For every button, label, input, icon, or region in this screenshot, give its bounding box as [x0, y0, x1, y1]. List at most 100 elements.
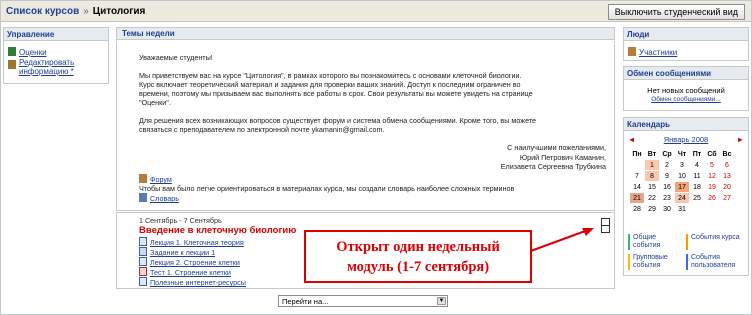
forum-link-label[interactable]: Форум — [150, 175, 172, 184]
signature-line-3: Елизавета Сергеевна Трубкина — [500, 162, 606, 171]
calendar-day[interactable]: 25 — [689, 192, 705, 204]
calendar-day[interactable]: 6 — [719, 159, 735, 171]
calendar-weekday: Вс — [719, 148, 735, 160]
chevron-down-icon[interactable]: ▼ — [437, 297, 446, 305]
calendar-table: Пн Вт Ср Чт Пт Сб Вс 1 2 3 4 5 6 7 8 9 10 11 12 13 14 15 16 17 1… — [629, 148, 735, 215]
admin-item-grades[interactable]: Оценки — [8, 47, 47, 57]
calendar-day[interactable]: 2 — [659, 159, 675, 171]
calendar-day[interactable]: 10 — [674, 170, 690, 182]
calendar-day[interactable]: 11 — [689, 170, 705, 182]
calendar-weekday: Пт — [689, 148, 705, 160]
intro-greeting: Уважаемые студенты! — [139, 53, 213, 62]
calendar-empty-cell — [719, 203, 735, 215]
forum-link[interactable]: Форум — [139, 174, 172, 184]
calendar-day[interactable]: 4 — [689, 159, 705, 171]
calendar-day[interactable]: 27 — [719, 192, 735, 204]
week-item-2[interactable]: Задание к лекции 1 — [139, 247, 215, 257]
intro-line-1: Мы приветствуем вас на курсе "Цитология"… — [139, 71, 522, 80]
calendar-day[interactable]: 31 — [674, 203, 690, 215]
messages-block-title: Обмен сообщениями — [624, 67, 748, 80]
calendar-day[interactable]: 5 — [704, 159, 720, 171]
glossary-link[interactable]: Словарь — [139, 193, 179, 203]
week-item-5[interactable]: Полезные интернет-ресурсы — [139, 277, 246, 287]
breadcrumb-separator: » — [83, 6, 89, 17]
intro-line-6: связаться с преподавателем по электронно… — [139, 125, 385, 134]
admin-item-edit-info[interactable]: Редактировать информацию * — [8, 58, 106, 76]
calendar-day[interactable]: 12 — [704, 170, 720, 182]
legend-group[interactable]: Групповые события — [633, 254, 685, 270]
calendar-day[interactable]: 3 — [674, 159, 690, 171]
signature-line-1: С наилучшими пожеланиями, — [507, 143, 606, 152]
section-intro: Уважаемые студенты! Мы приветствуем вас … — [116, 41, 615, 211]
legend-group-swatch — [628, 254, 630, 270]
calendar-day[interactable]: 19 — [704, 181, 720, 193]
calendar-day[interactable]: 13 — [719, 170, 735, 182]
messages-block: Обмен сообщениями Нет новых сообщений Об… — [623, 66, 749, 111]
document-icon — [139, 257, 147, 266]
admin-item-grades-label[interactable]: Оценки — [19, 48, 47, 57]
assignment-icon — [139, 247, 147, 256]
calendar-empty-cell — [689, 203, 705, 215]
calendar-day[interactable]: 20 — [719, 181, 735, 193]
week-item-1[interactable]: Лекция 1. Клеточная теория — [139, 237, 244, 247]
week-title: Введение в клеточную биологию — [139, 225, 297, 236]
calendar-day[interactable]: 17 — [674, 181, 690, 193]
week-dates: 1 Сентябрь - 7 Сентябрь — [139, 216, 222, 225]
calendar-day[interactable]: 30 — [659, 203, 675, 215]
messages-link[interactable]: Обмен сообщениями... — [624, 96, 748, 103]
people-block-title: Люди — [624, 28, 748, 41]
admin-item-edit-info-label[interactable]: Редактировать информацию * — [19, 58, 106, 76]
breadcrumb-course-list[interactable]: Список курсов — [6, 6, 79, 17]
navigation-bar: Список курсов » Цитология Выключить студен… — [1, 1, 751, 22]
breadcrumb: Список курсов » Цитология — [6, 6, 145, 17]
legend-general[interactable]: Общие события — [633, 234, 683, 250]
people-item-participants[interactable]: Участники — [628, 47, 677, 57]
calendar-day[interactable]: 23 — [659, 192, 675, 204]
forum-icon — [139, 174, 147, 183]
messages-empty: Нет новых сообщений — [647, 86, 725, 95]
calendar-day[interactable]: 1 — [644, 159, 660, 171]
calendar-next-icon[interactable]: ► — [737, 135, 744, 144]
calendar-day[interactable]: 14 — [629, 181, 645, 193]
calendar-day[interactable]: 22 — [644, 192, 660, 204]
calendar-empty-cell — [704, 203, 720, 215]
calendar-day[interactable]: 26 — [704, 192, 720, 204]
intro-line-4: "Оценки". — [139, 98, 171, 107]
center-title: Темы недели — [116, 27, 615, 40]
participants-icon — [628, 47, 636, 56]
legend-general-swatch — [628, 234, 630, 250]
calendar-day[interactable]: 8 — [644, 170, 660, 182]
calendar-weekday: Вт — [644, 148, 660, 160]
calendar-weekday: Сб — [704, 148, 720, 160]
calendar-day[interactable]: 28 — [629, 203, 645, 215]
calendar-day[interactable]: 29 — [644, 203, 660, 215]
calendar-month[interactable]: Январь 2008 — [628, 135, 744, 144]
legend-course[interactable]: События курса — [691, 234, 741, 242]
breadcrumb-current: Цитология — [92, 6, 146, 17]
jump-to-select-value: Перейти на... — [282, 297, 329, 306]
calendar-day[interactable]: 24 — [674, 192, 690, 204]
admin-block: Управление Оценки Редактировать информац… — [3, 27, 109, 84]
glossary-link-label[interactable]: Словарь — [150, 194, 179, 203]
calendar-day[interactable]: 15 — [644, 181, 660, 193]
document-icon — [139, 277, 147, 286]
admin-block-title: Управление — [4, 28, 108, 41]
legend-user-swatch — [686, 254, 688, 270]
legend-user[interactable]: События пользователя — [691, 254, 749, 270]
week-item-4[interactable]: Тест 1. Строение клетки — [139, 267, 231, 277]
intro-line-2: Курс включает теоретический материал и з… — [139, 80, 521, 89]
calendar-day[interactable]: 16 — [659, 181, 675, 193]
week-item-3[interactable]: Лекция 2. Строение клетки — [139, 257, 240, 267]
show-all-weeks-icon[interactable] — [601, 218, 610, 233]
edit-info-icon — [8, 60, 16, 69]
calendar-day[interactable]: 18 — [689, 181, 705, 193]
calendar-day[interactable]: 21 — [629, 192, 645, 204]
intro-line-3: времени, поэтому мы призываем вас выполн… — [139, 89, 533, 98]
calendar-block-title: Календарь — [624, 118, 748, 131]
signature-line-2: Юрий Петрович Каманин, — [519, 153, 606, 162]
student-view-button[interactable]: Выключить студенческий вид — [607, 4, 745, 20]
jump-to-select[interactable]: Перейти на... ▼ — [278, 295, 448, 307]
calendar-day[interactable]: 7 — [629, 170, 645, 182]
annotation-line-2: модуль (1-7 сентября) — [346, 259, 490, 275]
calendar-day[interactable]: 9 — [659, 170, 675, 182]
